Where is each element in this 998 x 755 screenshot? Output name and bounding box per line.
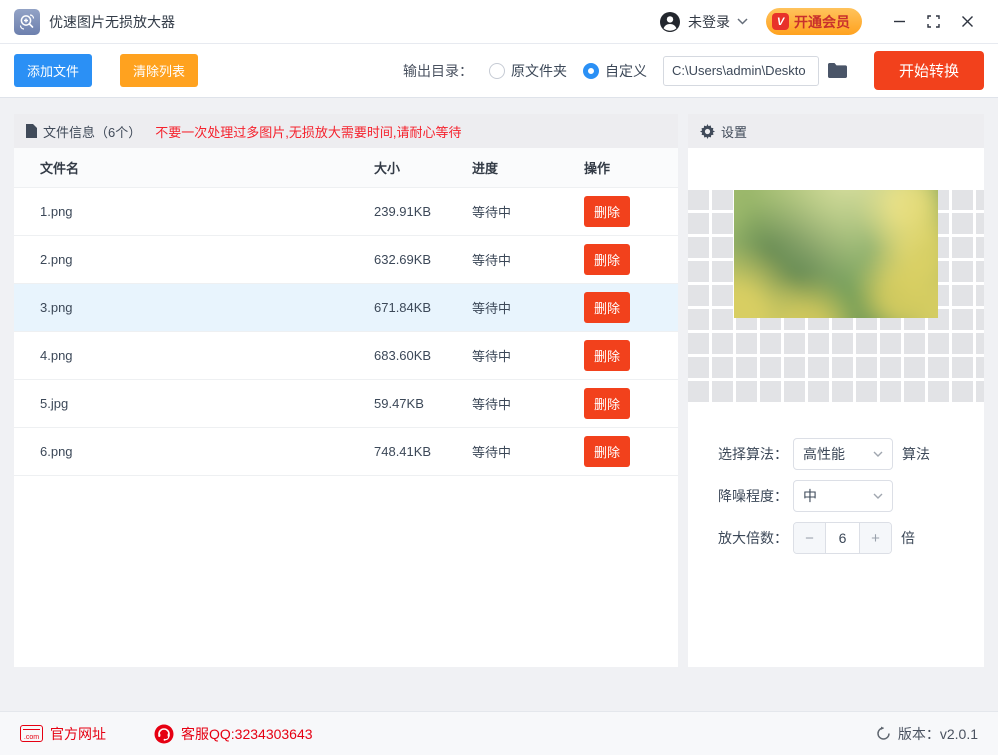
file-name: 1.png [40, 204, 73, 219]
website-com-icon: .com [20, 725, 43, 742]
open-vip-button[interactable]: V 开通会员 [766, 8, 862, 35]
file-name: 5.jpg [40, 396, 69, 411]
delete-button[interactable]: 删除 [584, 196, 631, 227]
col-action: 操作 [584, 161, 611, 176]
customer-service-qq-label: 客服QQ:3234303643 [181, 725, 313, 742]
customer-service-headset-icon [154, 724, 174, 744]
delete-button[interactable]: 删除 [584, 244, 631, 275]
file-list-panel: 文件信息（6个） 不要一次处理过多图片,无损放大需要时间,请耐心等待 文件名 大… [14, 114, 678, 667]
scale-label: 放大倍数： [718, 530, 788, 546]
file-size: 632.69KB [374, 252, 432, 267]
clear-list-button[interactable]: 清除列表 [120, 54, 199, 87]
delete-button[interactable]: 删除 [584, 436, 631, 467]
gear-icon [700, 123, 715, 139]
transparency-checker-background [688, 190, 984, 402]
file-size: 748.41KB [374, 444, 432, 459]
col-filename: 文件名 [40, 161, 80, 176]
file-panel-title: 文件信息（6个） [43, 124, 142, 140]
table-row[interactable]: 2.png 632.69KB 等待中 删除 [14, 236, 678, 284]
table-row[interactable]: 4.png 683.60KB 等待中 删除 [14, 332, 678, 380]
scale-increase-button[interactable]: + [859, 523, 891, 553]
file-name: 4.png [40, 348, 73, 363]
version-label: 版本：v2.0.1 [897, 725, 978, 742]
col-size: 大小 [374, 161, 401, 176]
maximize-button[interactable] [916, 5, 950, 39]
delete-button[interactable]: 删除 [584, 292, 631, 323]
chevron-down-icon [737, 18, 748, 25]
customer-service-qq-link[interactable]: 客服QQ:3234303643 [154, 724, 313, 744]
scale-suffix: 倍 [901, 530, 915, 546]
chevron-down-icon [873, 451, 883, 457]
app-title: 优速图片无损放大器 [49, 13, 175, 30]
file-size: 671.84KB [374, 300, 432, 315]
scale-stepper: − + [793, 522, 892, 554]
radio-original-folder[interactable]: 原文件夹 [488, 61, 567, 81]
minimize-button[interactable] [882, 5, 916, 39]
algorithm-label: 选择算法： [718, 446, 788, 462]
settings-panel-title: 设置 [721, 124, 748, 140]
file-status: 等待中 [472, 301, 512, 316]
file-status: 等待中 [472, 445, 512, 460]
col-progress: 进度 [472, 161, 499, 176]
scale-value-input[interactable] [826, 523, 859, 553]
output-dir-label: 输出目录： [402, 62, 473, 79]
table-row[interactable]: 1.png 239.91KB 等待中 删除 [14, 188, 678, 236]
settings-panel: 设置 选择算法： 高性能 算法 降噪程度： 中 放大倍数： − 6 + 倍 [688, 114, 984, 667]
file-name: 3.png [40, 300, 73, 315]
user-avatar-icon [659, 11, 681, 33]
vip-badge-icon: V [772, 13, 789, 30]
footer-bar: .com 官方网址 客服QQ:3234303643 版本：v2.0.1 [0, 711, 998, 755]
user-account-menu[interactable]: 未登录 [659, 11, 748, 33]
denoise-select[interactable]: 中 [793, 480, 893, 512]
file-size: 239.91KB [374, 204, 432, 219]
close-button[interactable] [950, 5, 984, 39]
algorithm-suffix: 算法 [902, 446, 930, 462]
denoise-label: 降噪程度： [718, 488, 788, 504]
file-status: 等待中 [472, 397, 512, 412]
table-header-row: 文件名 大小 进度 操作 [14, 148, 678, 188]
table-row[interactable]: 5.jpg 59.47KB 等待中 删除 [14, 380, 678, 428]
official-website-label: 官方网址 [50, 725, 106, 742]
start-convert-button[interactable]: 开始转换 [873, 51, 984, 90]
login-status-label: 未登录 [688, 13, 730, 30]
file-size: 683.60KB [374, 348, 432, 363]
file-status: 等待中 [472, 349, 512, 364]
file-size: 59.47KB [374, 396, 424, 411]
table-row-selected[interactable]: 3.png 671.84KB 等待中 删除 [14, 284, 678, 332]
table-row[interactable]: 6.png 748.41KB 等待中 删除 [14, 428, 678, 476]
toolbar: 添加文件 清除列表 输出目录： 原文件夹 自定义 开始转换 [0, 44, 998, 98]
image-preview [734, 190, 938, 318]
titlebar: 优速图片无损放大器 未登录 V 开通会员 [0, 0, 998, 44]
file-name: 2.png [40, 252, 73, 267]
folder-icon [827, 62, 848, 79]
rapeseed-flowers-photo [734, 190, 938, 318]
scale-decrease-button[interactable]: − [794, 523, 826, 553]
radio-checked-icon [582, 62, 599, 79]
official-website-link[interactable]: .com 官方网址 [20, 724, 106, 744]
chevron-down-icon [873, 493, 883, 499]
radio-custom-folder[interactable]: 自定义 [582, 61, 647, 81]
settings-form: 选择算法： 高性能 算法 降噪程度： 中 放大倍数： − 6 + 倍 [688, 402, 984, 554]
delete-button[interactable]: 删除 [584, 340, 631, 371]
algorithm-select[interactable]: 高性能 [793, 438, 893, 470]
warning-message: 不要一次处理过多图片,无损放大需要时间,请耐心等待 [155, 124, 462, 140]
document-icon [26, 124, 37, 138]
radio-unchecked-icon [488, 62, 505, 79]
file-panel-header: 文件信息（6个） 不要一次处理过多图片,无损放大需要时间,请耐心等待 [14, 114, 678, 148]
refresh-version-icon [876, 726, 891, 741]
delete-button[interactable]: 删除 [584, 388, 631, 419]
output-path-input[interactable] [662, 55, 819, 86]
add-files-button[interactable]: 添加文件 [14, 54, 93, 87]
file-status: 等待中 [472, 205, 512, 220]
browse-folder-button[interactable] [827, 62, 848, 79]
file-status: 等待中 [472, 253, 512, 268]
open-vip-label: 开通会员 [794, 13, 850, 30]
main-content: 文件信息（6个） 不要一次处理过多图片,无损放大需要时间,请耐心等待 文件名 大… [0, 98, 998, 697]
app-logo-magnifier-icon [14, 8, 40, 35]
settings-panel-header: 设置 [688, 114, 984, 148]
file-name: 6.png [40, 444, 73, 459]
